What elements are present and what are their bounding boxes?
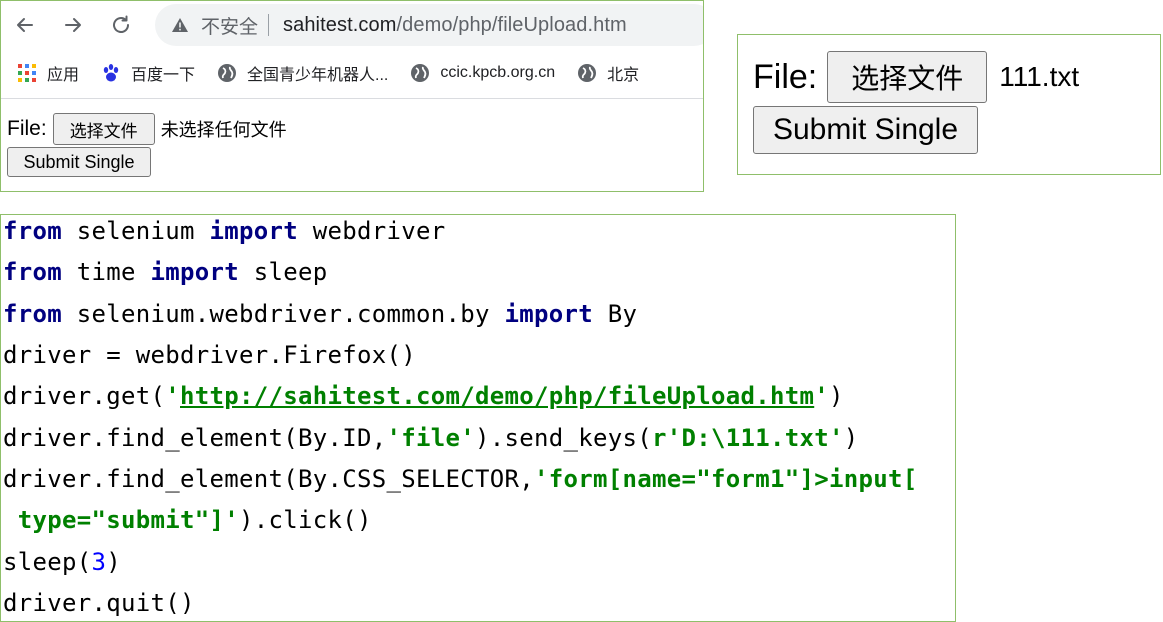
reload-icon bbox=[113, 15, 129, 33]
url-domain: sahitest.com bbox=[283, 13, 397, 36]
keyword: from bbox=[3, 258, 62, 286]
zoomed-upload-form: File: 选择文件 111.txt Submit Single bbox=[737, 34, 1161, 175]
address-bar[interactable]: 不安全 sahitest.com/demo/php/fileUpload.htm bbox=[155, 4, 703, 46]
keyword: import bbox=[150, 258, 239, 286]
bookmark-label: ccic.kpcb.org.cn bbox=[440, 64, 556, 81]
code-text: driver.find_element(By.ID, bbox=[3, 424, 387, 452]
globe-icon bbox=[217, 63, 237, 83]
code-text: sleep bbox=[239, 258, 328, 286]
code-line-7: driver.find_element(By.CSS_SELECTOR,'for… bbox=[3, 465, 917, 493]
bookmark-apps[interactable]: 应用 bbox=[17, 61, 79, 85]
warning-icon[interactable] bbox=[169, 14, 191, 36]
code-text: By bbox=[592, 300, 638, 328]
file-row: File: 选择文件 未选择任何文件 bbox=[7, 111, 287, 147]
arrow-right-icon bbox=[65, 18, 81, 32]
code-text: ).send_keys( bbox=[474, 424, 652, 452]
arrow-left-icon bbox=[17, 18, 33, 32]
code-text: time bbox=[62, 258, 151, 286]
code-text: ).click() bbox=[239, 506, 372, 534]
code-text: driver = webdriver.Firefox() bbox=[3, 341, 416, 369]
baidu-paw-icon bbox=[101, 63, 121, 83]
code-line-3: from selenium.webdriver.common.by import… bbox=[3, 300, 637, 328]
bookmark-label: 应用 bbox=[47, 67, 80, 84]
bookmark-beijing[interactable]: 北京 bbox=[577, 61, 639, 85]
code-text: selenium bbox=[62, 217, 210, 245]
code-text: selenium.webdriver.common.by bbox=[62, 300, 505, 328]
choose-file-button[interactable]: 选择文件 bbox=[827, 51, 988, 103]
file-label: File: bbox=[7, 117, 47, 140]
code-line-2: from time import sleep bbox=[3, 258, 328, 286]
code-line-9: sleep(3) bbox=[3, 548, 121, 576]
apps-grid-icon bbox=[17, 63, 37, 83]
bookmark-label: 全国青少年机器人... bbox=[247, 67, 389, 84]
string-literal: ' bbox=[814, 382, 829, 410]
selected-file-name: 111.txt bbox=[999, 61, 1080, 92]
bookmark-label: 北京 bbox=[607, 67, 640, 84]
choose-file-button[interactable]: 选择文件 bbox=[52, 113, 155, 145]
string-literal: r'D:\111.txt' bbox=[651, 424, 844, 452]
code-line-1: from selenium import webdriver bbox=[3, 217, 446, 245]
code-text: webdriver bbox=[298, 217, 446, 245]
string-literal: type="submit"]' bbox=[3, 506, 239, 534]
code-line-8: type="submit"]').click() bbox=[3, 506, 372, 534]
back-button[interactable] bbox=[10, 10, 40, 40]
code-text: ) bbox=[106, 548, 121, 576]
url-path: /demo/php/fileUpload.htm bbox=[396, 13, 627, 36]
bookmark-ccic[interactable]: ccic.kpcb.org.cn bbox=[410, 63, 555, 83]
bookmark-robot[interactable]: 全国青少年机器人... bbox=[217, 61, 388, 85]
keyword: import bbox=[209, 217, 298, 245]
keyword: from bbox=[3, 217, 62, 245]
upload-form: File: 选择文件 未选择任何文件 Submit Single bbox=[7, 111, 287, 177]
bookmark-baidu[interactable]: 百度一下 bbox=[101, 61, 195, 85]
browser-toolbar: 不安全 sahitest.com/demo/php/fileUpload.htm bbox=[1, 1, 703, 49]
code-text: driver.find_element(By.CSS_SELECTOR, bbox=[3, 465, 534, 493]
toolbar-divider bbox=[1, 98, 703, 99]
submit-single-button[interactable]: Submit Single bbox=[7, 147, 151, 177]
code-text: driver.quit() bbox=[3, 589, 195, 617]
browser-window: 不安全 sahitest.com/demo/php/fileUpload.htm… bbox=[0, 0, 704, 192]
forward-button[interactable] bbox=[58, 10, 88, 40]
globe-icon bbox=[410, 63, 430, 83]
security-status[interactable]: 不安全 bbox=[201, 12, 258, 39]
code-line-4: driver = webdriver.Firefox() bbox=[3, 341, 416, 369]
code-line-5: driver.get('http://sahitest.com/demo/php… bbox=[3, 382, 844, 410]
url-link[interactable]: http://sahitest.com/demo/php/fileUpload.… bbox=[180, 382, 814, 410]
code-text: sleep( bbox=[3, 548, 92, 576]
url-text[interactable]: sahitest.com/demo/php/fileUpload.htm bbox=[283, 14, 627, 37]
address-divider bbox=[268, 14, 270, 36]
code-text: ) bbox=[843, 424, 859, 452]
file-label: File: bbox=[753, 57, 818, 96]
code-editor: from selenium import webdriver from time… bbox=[0, 214, 956, 622]
bookmark-label: 百度一下 bbox=[131, 67, 196, 84]
string-literal: 'file' bbox=[386, 424, 475, 452]
bookmarks-bar: 应用 百度一下 全国青少年机器人... ccic.kpcb.org.cn 北京 bbox=[1, 53, 703, 93]
no-file-text: 未选择任何文件 bbox=[160, 120, 287, 140]
code-text: ) bbox=[828, 382, 844, 410]
code-text: driver.get( bbox=[3, 382, 166, 410]
reload-button[interactable] bbox=[106, 10, 136, 40]
submit-single-button[interactable]: Submit Single bbox=[753, 106, 978, 154]
globe-icon bbox=[577, 63, 597, 83]
file-row: File: 选择文件 111.txt bbox=[753, 51, 1079, 103]
code-line-6: driver.find_element(By.ID,'file').send_k… bbox=[3, 424, 858, 452]
keyword: import bbox=[504, 300, 593, 328]
number-literal: 3 bbox=[91, 548, 107, 576]
keyword: from bbox=[3, 300, 62, 328]
code-line-10: driver.quit() bbox=[3, 589, 195, 617]
string-literal: ' bbox=[165, 382, 180, 410]
string-literal: 'form[name="form1"]>input[ bbox=[533, 465, 918, 493]
